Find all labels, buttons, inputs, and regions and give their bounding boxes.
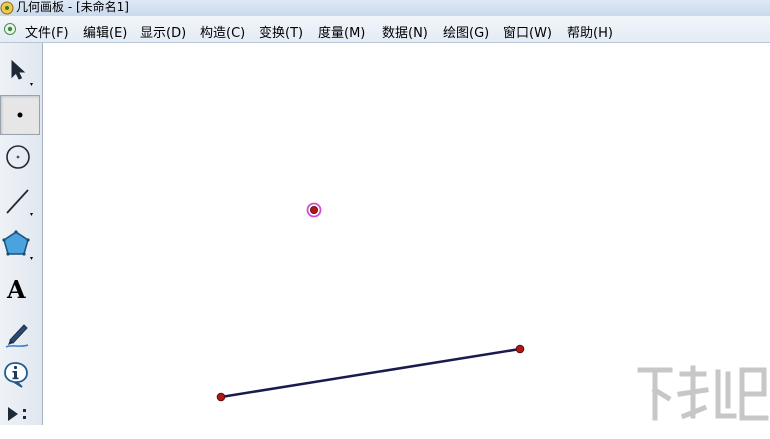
custom-tool[interactable] xyxy=(0,399,40,439)
circle-icon xyxy=(6,145,30,169)
menu-measure[interactable]: 度量(M) xyxy=(318,22,365,41)
marker-tool[interactable] xyxy=(0,315,40,355)
selected-point[interactable] xyxy=(306,202,322,218)
window-title: 几何画板 - [未命名1] xyxy=(16,0,129,14)
menu-edit[interactable]: 编辑(E) xyxy=(83,22,127,41)
straightedge-tool[interactable] xyxy=(0,183,40,223)
point-tool[interactable] xyxy=(0,95,40,135)
arrow-select-tool[interactable] xyxy=(0,49,40,89)
menu-graph[interactable]: 绘图(G) xyxy=(443,22,489,41)
menu-transform[interactable]: 变换(T) xyxy=(259,22,303,41)
arrow-cursor-icon xyxy=(11,59,33,86)
menu-bar: 文件(F) 编辑(E) 显示(D) 构造(C) 变换(T) 度量(M) 数据(N… xyxy=(0,16,770,43)
title-bar: 几何画板 - [未命名1] xyxy=(0,0,770,16)
menu-window[interactable]: 窗口(W) xyxy=(503,22,552,41)
text-a-icon: A xyxy=(7,275,26,304)
pen-icon xyxy=(5,324,29,348)
segment-endpoint[interactable] xyxy=(216,392,226,402)
menu-file[interactable]: 文件(F) xyxy=(25,22,69,41)
document-icon[interactable] xyxy=(3,22,17,40)
polygon-tool[interactable] xyxy=(0,227,40,267)
segment-icon xyxy=(6,189,33,216)
toolbox: A xyxy=(0,43,43,425)
point-icon xyxy=(17,112,23,118)
menu-construct[interactable]: 构造(C) xyxy=(200,22,245,41)
watermark-logo xyxy=(634,360,770,425)
info-icon xyxy=(4,362,28,388)
pentagon-icon xyxy=(2,230,33,260)
menu-help[interactable]: 帮助(H) xyxy=(567,22,613,41)
text-tool[interactable]: A xyxy=(0,271,40,311)
compass-tool[interactable] xyxy=(0,137,40,177)
line-segment[interactable] xyxy=(220,347,521,399)
menu-number[interactable]: 数据(N) xyxy=(382,22,428,41)
segment-endpoint[interactable] xyxy=(515,344,525,354)
menu-display[interactable]: 显示(D) xyxy=(140,22,186,41)
information-tool[interactable] xyxy=(0,355,40,395)
